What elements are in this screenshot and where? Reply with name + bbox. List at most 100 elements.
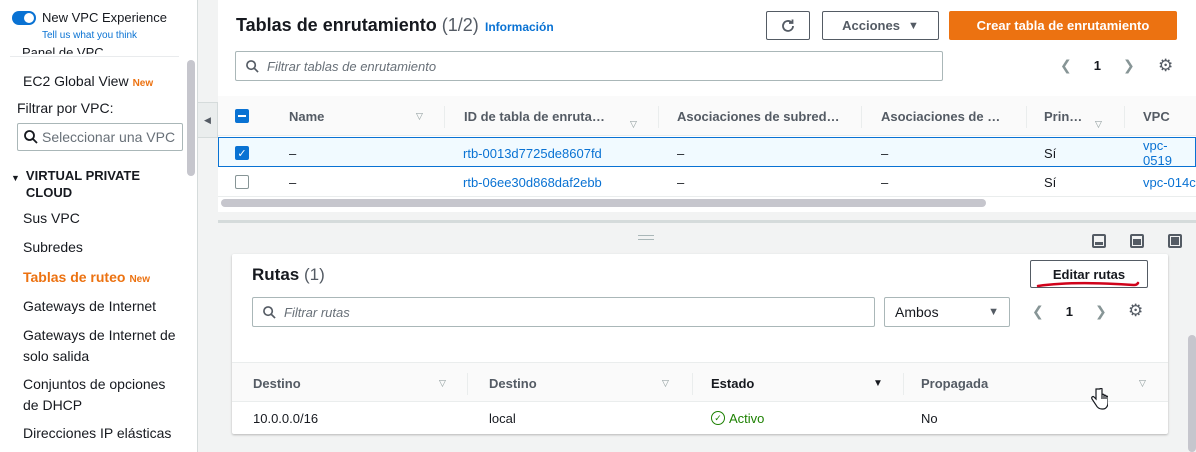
sort-down-icon[interactable]: ▼ [873, 363, 883, 403]
new-vpc-experience-toggle[interactable] [12, 10, 36, 25]
previous-page-icon[interactable]: ❮ [1032, 303, 1044, 320]
toggle-label: New VPC Experience [42, 10, 167, 25]
checkbox-icon [235, 175, 249, 189]
sort-icon[interactable]: ▽ [416, 96, 423, 136]
page-title-text: Tablas de enrutamiento [236, 15, 437, 35]
routes-search-input[interactable]: Filtrar rutas [252, 297, 875, 327]
next-page-icon[interactable]: ❯ [1095, 303, 1107, 320]
split-panel-divider[interactable] [218, 220, 1196, 223]
route-tables-panel: Tablas de enrutamiento (1/2) Información… [218, 0, 1196, 212]
filter-by-vpc-label: Filtrar por VPC: [17, 100, 114, 116]
current-page[interactable]: 1 [1066, 304, 1073, 319]
cell-edge-associations: – [881, 145, 889, 161]
column-header-propagated[interactable]: Propagada [921, 363, 988, 403]
column-header-target[interactable]: Destino [489, 363, 537, 403]
routes-count: (1) [303, 265, 325, 284]
table-preferences-gear-icon[interactable]: ⚙ [1158, 56, 1173, 76]
routes-preferences-gear-icon[interactable]: ⚙ [1128, 301, 1143, 321]
column-divider [1026, 106, 1027, 128]
horizontal-scrollbar[interactable] [221, 199, 986, 207]
sidebar-item-label: Tablas de ruteo [23, 269, 126, 285]
info-link[interactable]: Información [485, 20, 554, 34]
column-header-vpc[interactable]: VPC [1143, 96, 1170, 136]
create-route-table-button[interactable]: Crear tabla de enrutamiento [949, 11, 1177, 40]
sidebar-item-internet-gateways[interactable]: Gateways de Internet [23, 296, 183, 317]
new-badge: New [132, 78, 154, 89]
split-panel-layout-controls [1092, 234, 1182, 248]
sort-icon[interactable]: ▽ [1139, 363, 1146, 403]
panel-bottom-large-icon[interactable] [1130, 234, 1144, 248]
caret-left-icon: ◀ [204, 114, 211, 125]
sort-icon[interactable]: ▽ [439, 363, 446, 403]
column-divider [861, 106, 862, 128]
sidebar: New VPC Experience Tell us what you thin… [0, 0, 198, 452]
cell-name: – [289, 174, 297, 190]
vpc-select[interactable]: Seleccionar una VPC [17, 123, 183, 151]
routes-pagination: ❮ 1 ❯ [1032, 303, 1107, 320]
section-virtual-private-cloud[interactable]: ▼ VIRTUAL PRIVATE CLOUD [11, 167, 140, 201]
cell-main: Sí [1044, 174, 1057, 190]
sidebar-item-dhcp-options[interactable]: Conjuntos de opciones de DHCP [23, 374, 183, 416]
sidebar-item-your-vpcs[interactable]: Sus VPC [23, 208, 183, 229]
cell-edge-associations: – [881, 174, 889, 190]
new-vpc-experience-toggle-row[interactable]: New VPC Experience [12, 10, 167, 25]
actions-button[interactable]: Acciones ▼ [822, 11, 939, 40]
red-underline-annotation [1036, 281, 1140, 288]
sidebar-item-route-tables[interactable]: Tablas de ruteo New [23, 267, 183, 290]
sidebar-item-subnets[interactable]: Subredes [23, 237, 183, 258]
panel-bottom-small-icon[interactable] [1092, 234, 1106, 248]
cell-route-table-id[interactable]: rtb-0013d7725de8607fd [463, 138, 602, 168]
cell-status: ✓ Activo [711, 403, 764, 433]
search-icon [24, 130, 38, 144]
routes-title: Rutas (1) [252, 265, 325, 285]
cell-destination: 10.0.0.0/16 [253, 410, 319, 426]
page-scrollbar[interactable] [1188, 335, 1196, 452]
sort-icon[interactable]: ▽ [662, 363, 669, 403]
previous-page-icon[interactable]: ❮ [1060, 57, 1072, 74]
column-divider [467, 373, 468, 395]
row-checkbox[interactable]: ✓ [235, 138, 249, 168]
refresh-button[interactable] [766, 11, 810, 40]
page-title-count: (1/2) [441, 15, 479, 35]
cell-vpc[interactable]: vpc-014c [1143, 167, 1196, 197]
cell-vpc[interactable]: vpc-0519 [1143, 138, 1195, 168]
cell-route-table-id[interactable]: rtb-06ee30d868daf2ebb [463, 167, 602, 197]
column-header-subnet-associations[interactable]: Asociaciones de subred… [677, 96, 840, 136]
panel-full-icon[interactable] [1168, 234, 1182, 248]
column-header-edge-associations[interactable]: Asociaciones de … [881, 96, 1000, 136]
route-filter-value: Ambos [895, 304, 939, 320]
sidebar-item-ec2-global-view[interactable]: EC2 Global View New [23, 71, 183, 94]
route-tables-search-input[interactable]: Filtrar tablas de enrutamiento [235, 51, 943, 81]
table-row[interactable]: 10.0.0.0/16 local ✓ Activo No [232, 403, 1168, 433]
next-page-icon[interactable]: ❯ [1123, 57, 1135, 74]
route-filter-select[interactable]: Ambos ▼ [884, 297, 1010, 327]
status-label: Activo [729, 410, 765, 426]
column-divider [1124, 106, 1125, 128]
row-checkbox[interactable] [235, 167, 249, 197]
column-header-name[interactable]: Name [289, 96, 324, 136]
select-all-checkbox[interactable] [235, 96, 249, 136]
sidebar-item-label: EC2 Global View [23, 73, 129, 89]
collapse-sidebar-button[interactable]: ◀ [198, 102, 218, 138]
hand-cursor-icon [1091, 388, 1108, 410]
table-row[interactable]: ✓ – rtb-0013d7725de8607fd – – Sí vpc-051… [218, 137, 1196, 168]
table-row[interactable]: – rtb-06ee30d868daf2ebb – – Sí vpc-014c [218, 167, 1196, 197]
column-header-destination[interactable]: Destino [253, 363, 301, 403]
drag-handle-icon[interactable] [638, 235, 654, 240]
sidebar-item-vpc-dashboard[interactable]: Panel de VPC [22, 40, 104, 54]
column-header-status[interactable]: Estado [711, 363, 754, 403]
caret-down-icon: ▼ [988, 306, 999, 318]
cell-name: – [289, 145, 297, 161]
cell-subnet-associations: – [677, 174, 685, 190]
cell-subnet-associations: – [677, 145, 685, 161]
page-title: Tablas de enrutamiento (1/2) [236, 15, 479, 36]
sidebar-scrollbar[interactable] [187, 60, 195, 176]
new-badge: New [129, 274, 150, 285]
sidebar-item-elastic-ips[interactable]: Direcciones IP elásticas [23, 423, 183, 444]
column-header-main[interactable]: Prin… [1044, 96, 1082, 136]
current-page[interactable]: 1 [1094, 58, 1101, 73]
column-header-route-table-id[interactable]: ID de tabla de enruta… [464, 96, 605, 136]
column-divider [658, 106, 659, 128]
sidebar-item-egress-only-gateways[interactable]: Gateways de Internet de solo salida [23, 325, 183, 367]
route-tables-pagination: ❮ 1 ❯ [1060, 57, 1135, 74]
